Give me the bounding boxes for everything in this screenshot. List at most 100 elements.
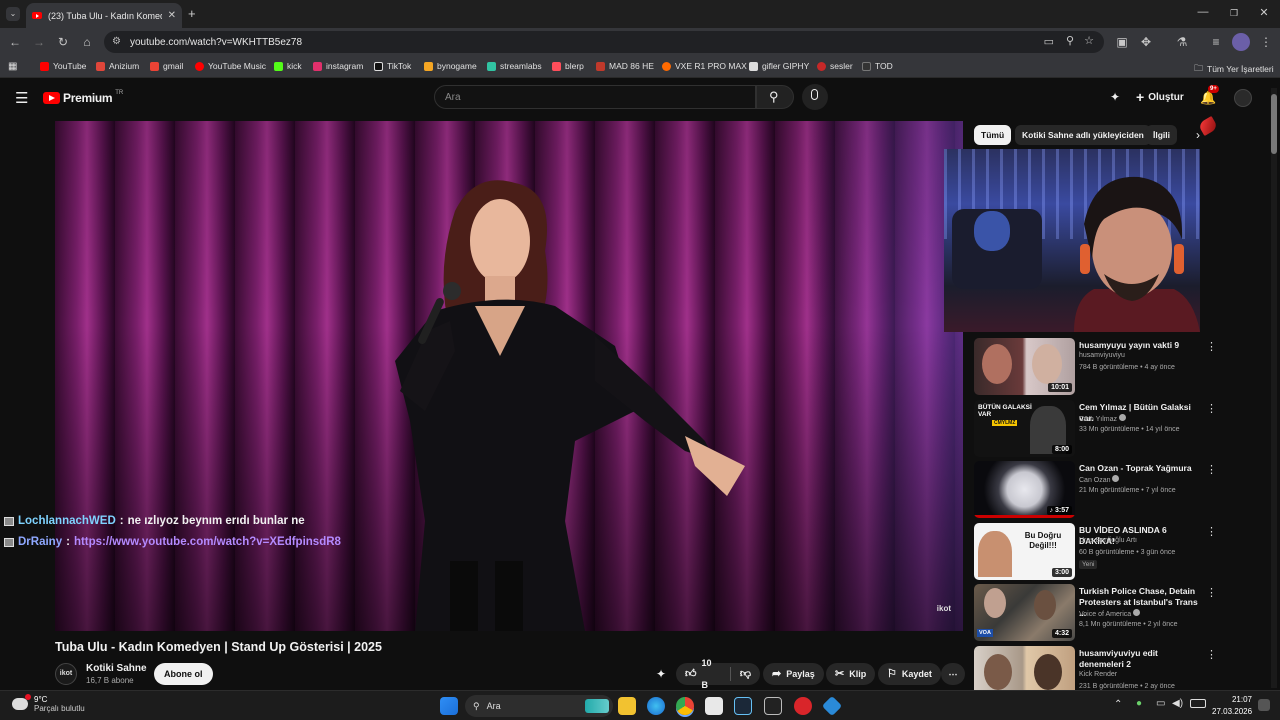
- zoom-icon[interactable]: ⚲: [1066, 34, 1074, 47]
- recommendation-item[interactable]: BÜTÜN GALAKSİ VAR CMYLMZ 8:00 Cem Yılmaz…: [974, 400, 1224, 458]
- create-button[interactable]: + Oluştur: [1136, 89, 1184, 105]
- forward-icon[interactable]: →: [31, 34, 47, 50]
- search-input[interactable]: Ara: [434, 85, 756, 109]
- bookmark-giphy[interactable]: gifler GIPHY: [749, 61, 809, 71]
- battery-tray-icon[interactable]: [1190, 699, 1206, 708]
- recommendation-channel[interactable]: Kick Render: [1079, 671, 1117, 678]
- chip-related[interactable]: İlgili: [1146, 125, 1177, 145]
- chip-all[interactable]: Tümü: [974, 125, 1012, 145]
- thumbs-up-icon[interactable]: 👍︎: [685, 663, 697, 685]
- video-thumbnail[interactable]: 10:01: [974, 338, 1075, 395]
- address-bar[interactable]: ⚙ youtube.com/watch?v=WKHTTB5ez78 ▭ ⚲ ☆: [104, 31, 1104, 53]
- edge-icon[interactable]: [647, 697, 665, 715]
- restore-window-icon[interactable]: ❐: [1224, 8, 1244, 19]
- close-window-icon[interactable]: ✕: [1254, 6, 1274, 19]
- apps-grid-icon[interactable]: ▦: [8, 61, 17, 72]
- scrollbar-thumb[interactable]: [1271, 94, 1277, 154]
- browser-tab-active[interactable]: (23) Tuba Ulu - Kadın Komedye ✕: [26, 3, 182, 28]
- channel-avatar[interactable]: ikot: [55, 663, 77, 685]
- account-avatar[interactable]: [1234, 89, 1252, 107]
- recommendation-channel[interactable]: Cem Yılmaz: [1079, 414, 1126, 423]
- bookmark-blerp[interactable]: blerp: [552, 61, 584, 71]
- video-player[interactable]: ikot: [55, 121, 963, 631]
- new-tab-button[interactable]: +: [188, 6, 196, 21]
- bookmark-youtube-music[interactable]: YouTube Music: [195, 61, 266, 71]
- page-scrollbar[interactable]: [1271, 88, 1277, 688]
- notifications-button[interactable]: 🔔 9+: [1200, 85, 1219, 107]
- bookmark-kick[interactable]: kick: [274, 61, 302, 71]
- youtube-logo[interactable]: Premium TR: [43, 90, 123, 105]
- recommendation-item[interactable]: 10:01 husamyuyu yayın vakti 9 husamviyuv…: [974, 338, 1224, 396]
- recommendation-channel[interactable]: Can Ozan: [1079, 475, 1120, 484]
- profile-avatar-icon[interactable]: [1232, 33, 1250, 51]
- weather-widget[interactable]: 9°C Parçalı bulutlu: [12, 694, 85, 713]
- recommendation-channel[interactable]: Voice of America: [1079, 609, 1141, 618]
- more-options-icon[interactable]: ⋮: [1206, 463, 1217, 476]
- back-icon[interactable]: ←: [7, 34, 23, 50]
- more-options-icon[interactable]: ⋮: [1206, 648, 1217, 661]
- reload-icon[interactable]: ↻: [55, 34, 71, 50]
- channel-name[interactable]: Kotiki Sahne: [86, 663, 147, 674]
- browser-menu-icon[interactable]: ⋮: [1258, 34, 1274, 50]
- more-options-icon[interactable]: ⋮: [1206, 402, 1217, 415]
- extension-icon-1[interactable]: ▣: [1114, 34, 1130, 50]
- search-button[interactable]: ⚲: [756, 85, 794, 109]
- streamer-extension-icon[interactable]: ✦: [1110, 90, 1120, 104]
- hamburger-menu-icon[interactable]: ☰: [15, 89, 28, 107]
- more-options-icon[interactable]: ⋮: [1206, 525, 1217, 538]
- volume-tray-icon[interactable]: ◀): [1172, 698, 1183, 709]
- network-tray-icon[interactable]: ▭: [1156, 698, 1165, 709]
- video-thumbnail[interactable]: ♪ 3:57: [974, 461, 1075, 518]
- video-thumbnail[interactable]: Bu Doğru Değil!!! 3:00: [974, 523, 1075, 580]
- epic-games-icon[interactable]: [764, 697, 782, 715]
- media-control-icon[interactable]: ≡: [1208, 34, 1224, 50]
- bookmark-tod[interactable]: TOD: [862, 61, 893, 71]
- share-button[interactable]: ➦ Paylaş: [763, 663, 824, 685]
- streamer-extension-icon[interactable]: ✦: [656, 667, 666, 681]
- system-tray-chevron-icon[interactable]: ⌃: [1114, 699, 1122, 710]
- thumbs-down-icon[interactable]: 👎︎: [740, 663, 751, 685]
- microphone-tray-icon[interactable]: ●: [1136, 698, 1142, 709]
- more-options-icon[interactable]: ⋮: [1206, 586, 1217, 599]
- recommendation-title[interactable]: husamyuyu yayın vakti 9: [1079, 340, 1203, 351]
- microsoft-store-icon[interactable]: [705, 697, 723, 715]
- more-options-icon[interactable]: ⋮: [1206, 340, 1217, 353]
- file-explorer-icon[interactable]: [618, 697, 636, 715]
- recommendation-channel[interactable]: husamviyuviyu: [1079, 352, 1125, 359]
- all-bookmarks-folder[interactable]: 🗀 Tüm Yer İşaretleri: [1194, 61, 1274, 77]
- chips-next-icon[interactable]: ›: [1196, 128, 1200, 142]
- save-button[interactable]: ⚐ Kaydet: [878, 663, 941, 685]
- taskbar-search[interactable]: ⚲ Ara: [465, 695, 613, 717]
- subscribe-button[interactable]: Abone ol: [154, 663, 213, 685]
- recommendation-channel[interactable]: Uras Benlioğlu Artı: [1079, 537, 1137, 544]
- tab-search-button[interactable]: ⌄: [6, 7, 20, 21]
- bookmark-gmail[interactable]: gmail: [150, 61, 183, 71]
- close-tab-icon[interactable]: ✕: [168, 10, 176, 21]
- home-icon[interactable]: ⌂: [79, 34, 95, 50]
- bookmark-anizium[interactable]: Anizium: [96, 61, 139, 71]
- chrome-icon[interactable]: [676, 697, 694, 715]
- extensions-puzzle-icon[interactable]: ✥: [1138, 34, 1154, 50]
- bookmark-star-icon[interactable]: ☆: [1084, 34, 1094, 47]
- video-thumbnail[interactable]: BÜTÜN GALAKSİ VAR CMYLMZ 8:00: [974, 400, 1075, 457]
- bookmark-streamlabs[interactable]: streamlabs: [487, 61, 542, 71]
- video-thumbnail[interactable]: VOA 4:32: [974, 584, 1075, 641]
- site-info-icon[interactable]: ⚙: [112, 36, 121, 47]
- extension-icon-2[interactable]: ⚗: [1174, 34, 1190, 50]
- bookmark-youtube[interactable]: YouTube: [40, 61, 86, 71]
- bookmark-mad86he[interactable]: MAD 86 HE: [596, 61, 654, 71]
- clock[interactable]: 21:07 27.03.2026: [1212, 694, 1252, 718]
- notification-center-icon[interactable]: [1258, 699, 1270, 711]
- cast-icon[interactable]: ▭: [1044, 35, 1054, 48]
- bookmark-sesler[interactable]: sesler: [817, 61, 853, 71]
- clip-button[interactable]: ✂ Klip: [826, 663, 876, 685]
- voice-search-button[interactable]: [802, 84, 828, 110]
- recommendation-item[interactable]: VOA 4:32 Turkish Police Chase, Detain Pr…: [974, 584, 1224, 642]
- more-actions-button[interactable]: ⋯: [941, 663, 965, 685]
- steam-icon[interactable]: [734, 697, 752, 715]
- start-button[interactable]: [440, 697, 458, 715]
- streaming-app-icon[interactable]: [794, 697, 812, 715]
- bookmark-bynogame[interactable]: bynogame: [424, 61, 477, 71]
- recommendation-item[interactable]: Bu Doğru Değil!!! 3:00 BU VİDEO ASLINDA …: [974, 523, 1224, 581]
- chip-from-uploader[interactable]: Kotiki Sahne adlı yükleyiciden: [1015, 125, 1151, 145]
